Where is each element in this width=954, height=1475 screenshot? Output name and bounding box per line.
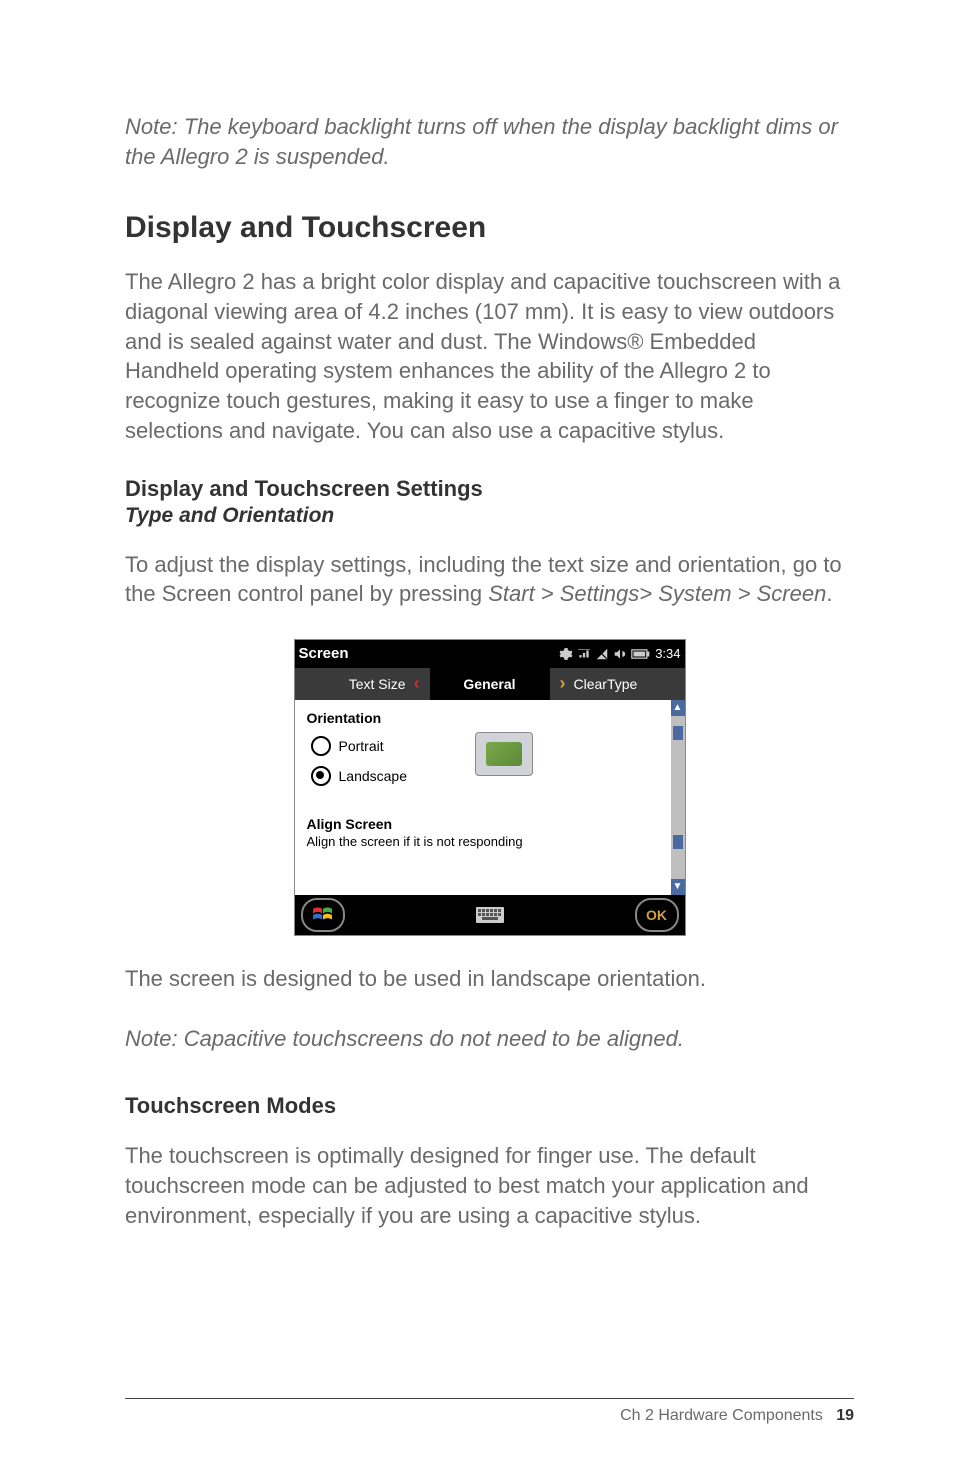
windows-flag-icon <box>312 906 334 924</box>
signal-icon <box>595 647 609 661</box>
scroll-down-icon[interactable]: ▼ <box>671 879 685 895</box>
softkey-bar: OK <box>295 895 685 935</box>
footer-chapter: Ch 2 Hardware Components <box>620 1407 823 1424</box>
ok-button[interactable]: OK <box>635 898 679 932</box>
align-screen-subtext: Align the screen if it is not responding <box>307 834 673 849</box>
align-screen-heading: Align Screen <box>307 816 673 832</box>
speaker-icon <box>613 647 627 661</box>
tab-text-size[interactable]: Text Size ‹ <box>295 668 430 700</box>
tab-cleartype-label: ClearType <box>574 676 638 692</box>
keyboard-icon <box>476 907 504 923</box>
status-time: 3:34 <box>655 646 680 661</box>
scroll-thumb[interactable] <box>673 835 683 849</box>
heading-settings: Display and Touchscreen Settings <box>125 476 854 502</box>
screenshot-container: Screen 3:34 Text Size ‹ General <box>125 639 854 936</box>
scroll-thumb[interactable] <box>673 726 683 740</box>
body-display-touchscreen: The Allegro 2 has a bright color display… <box>125 267 854 445</box>
scroll-track[interactable] <box>671 716 685 879</box>
scrollbar[interactable]: ▲ ▼ <box>671 700 685 895</box>
settings-panel: Orientation Portrait Landscape Align Scr… <box>295 700 685 895</box>
body-type-orientation: To adjust the display settings, includin… <box>125 550 854 609</box>
screen-settings-screenshot: Screen 3:34 Text Size ‹ General <box>294 639 686 936</box>
tab-general[interactable]: General <box>430 668 550 700</box>
keyboard-button[interactable] <box>470 902 510 928</box>
start-button[interactable] <box>301 898 345 932</box>
page-footer: Ch 2 Hardware Components 19 <box>125 1398 854 1425</box>
titlebar: Screen 3:34 <box>295 640 685 668</box>
heading-display-touchscreen: Display and Touchscreen <box>125 211 854 245</box>
orientation-heading: Orientation <box>307 710 673 726</box>
chevron-right-icon: › <box>560 673 566 694</box>
tab-cleartype[interactable]: › ClearType <box>550 668 685 700</box>
chevron-left-icon: ‹ <box>414 673 420 694</box>
nav-path: Start > Settings> System > Screen <box>488 581 826 606</box>
radio-portrait-label: Portrait <box>339 738 384 754</box>
scroll-up-icon[interactable]: ▲ <box>671 700 685 716</box>
tabs-row: Text Size ‹ General › ClearType <box>295 668 685 700</box>
footer-page-number: 19 <box>836 1407 854 1424</box>
battery-icon <box>631 648 651 660</box>
note-backlight: Note: The keyboard backlight turns off w… <box>125 112 854 171</box>
display-preview-icon <box>475 732 533 776</box>
heading-type-orientation: Type and Orientation <box>125 504 854 528</box>
caption-landscape: The screen is designed to be used in lan… <box>125 964 854 994</box>
body-touchscreen-modes: The touchscreen is optimally designed fo… <box>125 1141 854 1230</box>
titlebar-title: Screen <box>299 645 349 662</box>
radio-circle-checked-icon <box>311 766 331 786</box>
body-type-orientation-post: . <box>826 581 832 606</box>
ok-button-label: OK <box>646 907 667 923</box>
heading-touchscreen-modes: Touchscreen Modes <box>125 1093 854 1119</box>
radio-landscape-label: Landscape <box>339 768 408 784</box>
radio-circle-icon <box>311 736 331 756</box>
note-align: Note: Capacitive touchscreens do not nee… <box>125 1024 854 1054</box>
tab-text-size-label: Text Size <box>349 676 406 692</box>
status-icons: 3:34 <box>559 646 680 661</box>
tab-general-label: General <box>463 676 515 692</box>
connection-icon <box>577 647 591 661</box>
gear-icon <box>559 647 573 661</box>
